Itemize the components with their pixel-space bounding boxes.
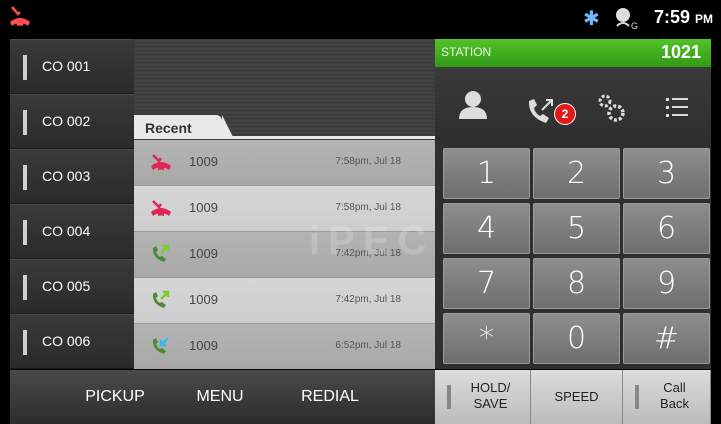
co-line-button[interactable]: CO 001 <box>10 39 134 94</box>
missed-call-icon <box>10 6 30 26</box>
line-indicator <box>23 275 27 300</box>
settings-icon[interactable] <box>581 77 641 137</box>
co-line-label: CO 004 <box>42 223 91 239</box>
key-4[interactable]: 4 <box>443 203 530 254</box>
station-extension: 1021 <box>660 42 701 62</box>
menu-list-icon[interactable] <box>647 77 707 137</box>
menu-button[interactable]: MENU <box>175 370 265 424</box>
key-star[interactable]: * <box>443 313 530 364</box>
feature-key-bar: HOLD/SAVE SPEED Call Back <box>435 370 711 424</box>
outgoing-call-icon <box>152 244 170 262</box>
line-indicator <box>23 220 27 245</box>
recent-panel: Recent 1009 7:58pm, Jul 18 1009 7:58pm, … <box>134 39 435 369</box>
call-row[interactable]: 1009 7:42pm, Jul 18 <box>134 278 435 324</box>
key-hash[interactable]: # <box>623 313 710 364</box>
co-line-button[interactable]: CO 003 <box>10 149 134 204</box>
key-3[interactable]: 3 <box>623 148 710 199</box>
call-row[interactable]: 1009 7:58pm, Jul 18 <box>134 186 435 232</box>
missed-call-icon <box>151 200 171 216</box>
status-bar: ✱ G 7:59 PM <box>0 0 721 36</box>
svg-text:G: G <box>631 21 638 30</box>
signal-icon: G <box>616 8 638 30</box>
call-time: 7:42pm, Jul 18 <box>335 248 401 259</box>
divider <box>134 136 435 139</box>
pickup-button[interactable]: PICKUP <box>65 370 165 424</box>
key-0[interactable]: 0 <box>533 313 620 364</box>
call-row[interactable]: 1009 7:42pm, Jul 18 <box>134 232 435 278</box>
call-back-label: Call Back <box>660 380 689 411</box>
co-line-button[interactable]: CO 006 <box>10 314 134 369</box>
call-time: 6:52pm, Jul 18 <box>335 340 401 351</box>
call-number: 1009 <box>189 154 218 169</box>
call-row[interactable]: 1009 7:58pm, Jul 18 <box>134 140 435 186</box>
key-9[interactable]: 9 <box>623 258 710 309</box>
co-line-label: CO 002 <box>42 113 91 129</box>
key-6[interactable]: 6 <box>623 203 710 254</box>
line-indicator <box>23 330 27 355</box>
call-number: 1009 <box>189 246 218 261</box>
missed-call-icon <box>151 154 171 170</box>
call-back-button[interactable]: Call Back <box>623 370 711 424</box>
bluetooth-icon: ✱ <box>583 6 600 30</box>
call-time: 7:58pm, Jul 18 <box>335 202 401 213</box>
speed-button[interactable]: SPEED <box>531 370 623 424</box>
hold-save-button[interactable]: HOLD/SAVE <box>435 370 531 424</box>
co-line-label: CO 005 <box>42 278 91 294</box>
dial-keypad: 1 2 3 4 5 6 7 8 9 * 0 # <box>443 148 711 368</box>
co-line-button[interactable]: CO 002 <box>10 94 134 149</box>
co-line-list: CO 001 CO 002 CO 003 CO 004 CO 005 CO 00… <box>10 39 134 369</box>
call-number: 1009 <box>189 292 218 307</box>
hold-save-label: HOLD/SAVE <box>470 380 511 411</box>
co-line-label: CO 006 <box>42 333 91 349</box>
key-indicator <box>447 385 451 409</box>
missed-count-badge: 2 <box>554 103 576 125</box>
line-indicator <box>23 165 27 190</box>
line-indicator <box>23 110 27 135</box>
call-row[interactable]: 1009 6:52pm, Jul 18 <box>134 324 435 369</box>
dialer-panel: STATION 1021 2 1 2 3 4 5 6 7 8 9 * 0 # <box>435 39 711 369</box>
contact-icon[interactable] <box>443 77 503 137</box>
co-line-button[interactable]: CO 005 <box>10 259 134 314</box>
clock: 7:59 PM <box>653 7 713 27</box>
co-line-button[interactable]: CO 004 <box>10 204 134 259</box>
station-header: STATION 1021 <box>435 39 711 67</box>
key-8[interactable]: 8 <box>533 258 620 309</box>
call-time: 7:58pm, Jul 18 <box>335 156 401 167</box>
co-line-label: CO 003 <box>42 168 91 184</box>
function-toolbar: 2 <box>435 67 711 145</box>
key-2[interactable]: 2 <box>533 148 620 199</box>
key-1[interactable]: 1 <box>443 148 530 199</box>
key-indicator <box>635 385 639 409</box>
call-time: 7:42pm, Jul 18 <box>335 294 401 305</box>
line-indicator <box>23 55 27 80</box>
station-label: STATION <box>441 45 492 59</box>
call-number: 1009 <box>189 338 218 353</box>
bottom-action-bar: PICKUP MENU REDIAL <box>10 370 435 424</box>
key-5[interactable]: 5 <box>533 203 620 254</box>
co-line-label: CO 001 <box>42 58 91 74</box>
call-number: 1009 <box>189 200 218 215</box>
speed-label: SPEED <box>554 389 599 404</box>
redial-button[interactable]: REDIAL <box>280 370 380 424</box>
key-7[interactable]: 7 <box>443 258 530 309</box>
outgoing-call-icon <box>152 290 170 308</box>
incoming-call-icon <box>152 337 169 354</box>
recent-call-list[interactable]: 1009 7:58pm, Jul 18 1009 7:58pm, Jul 18 … <box>134 140 435 369</box>
